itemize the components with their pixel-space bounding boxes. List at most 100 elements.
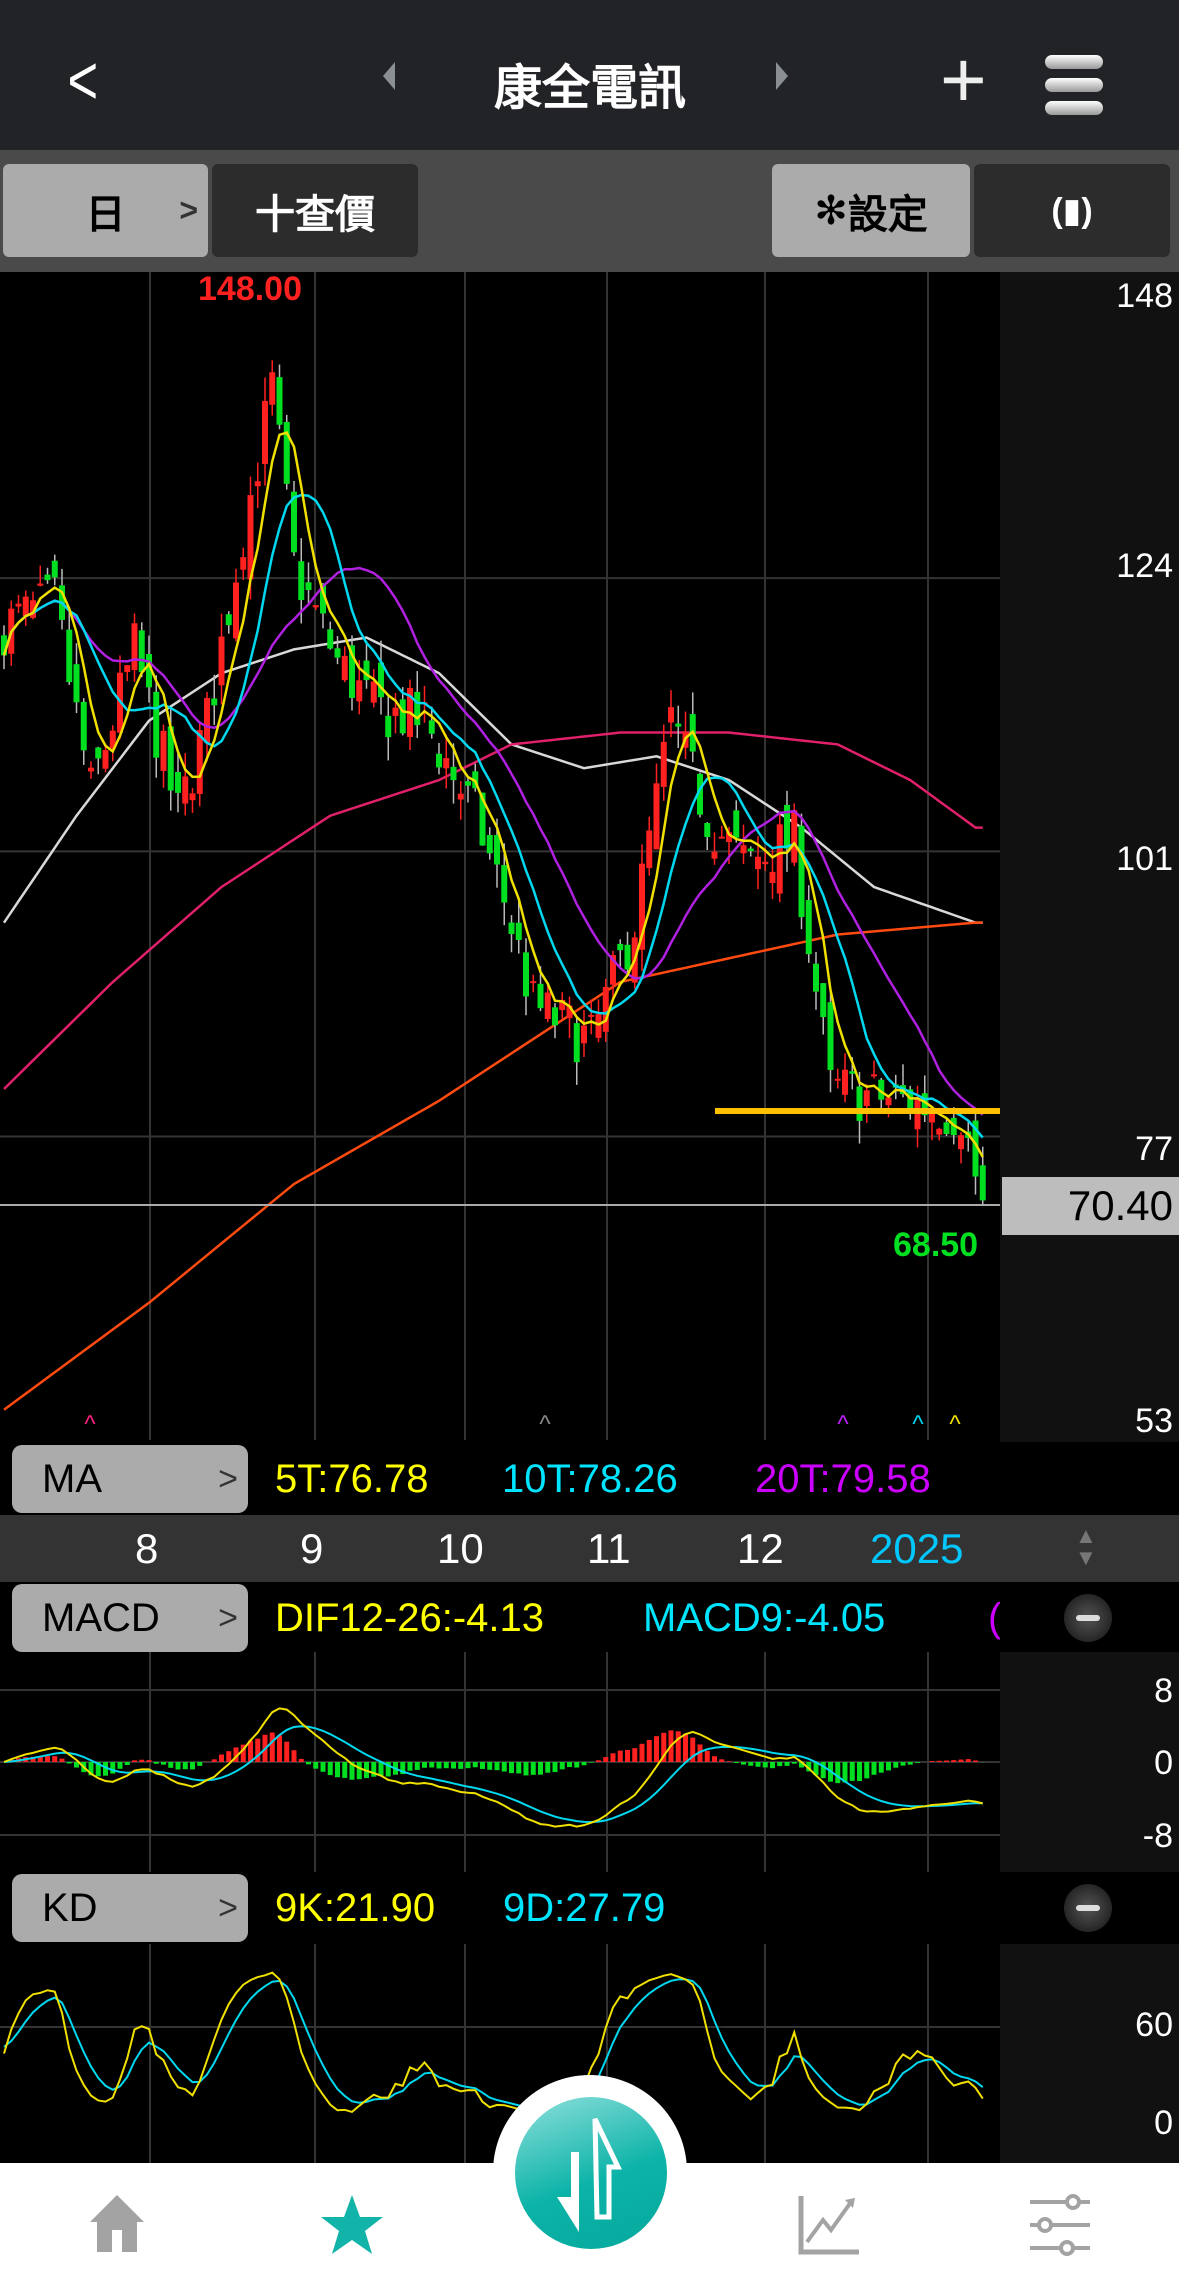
macd-osc-value: ( bbox=[988, 1596, 1000, 1640]
add-plus-icon[interactable]: + bbox=[940, 40, 987, 120]
candle bbox=[95, 747, 102, 759]
candle bbox=[428, 720, 435, 734]
candle bbox=[138, 630, 145, 672]
chart-trend-icon[interactable] bbox=[795, 2190, 865, 2260]
macd-osc-bar bbox=[124, 1762, 130, 1765]
candle bbox=[820, 983, 827, 1018]
macd-tick: 0 bbox=[1154, 1744, 1173, 1782]
candle bbox=[392, 707, 399, 716]
price-axis: 148 124 101 77 53 bbox=[1000, 272, 1179, 1442]
macd-osc-bar bbox=[625, 1749, 630, 1762]
candle bbox=[131, 623, 138, 671]
macd-osc-bar bbox=[45, 1756, 50, 1762]
macd-osc-bar bbox=[538, 1762, 543, 1775]
back-chevron-left-icon[interactable]: < bbox=[68, 45, 113, 115]
candle bbox=[769, 871, 776, 883]
settings-button[interactable]: ✻ 設定 bbox=[772, 164, 970, 257]
macd-tick: 8 bbox=[1154, 1672, 1173, 1710]
macd-osc-bar bbox=[422, 1762, 427, 1768]
candlestick-svg: ^ ^ ^ ^ ^ bbox=[0, 272, 1068, 1440]
macd-osc-bar bbox=[552, 1762, 558, 1773]
candle bbox=[204, 697, 210, 743]
macd-osc-bar bbox=[132, 1760, 137, 1762]
ma10-value: 10T:78.26 bbox=[502, 1457, 678, 1501]
kd-selector-button[interactable]: KD > bbox=[12, 1874, 248, 1942]
high-price-label: 148.00 bbox=[198, 270, 302, 308]
macd-osc-bar bbox=[893, 1762, 899, 1768]
macd-osc-bar bbox=[52, 1756, 58, 1762]
macd-label: MACD bbox=[42, 1596, 160, 1640]
remove-macd-minus-icon[interactable] bbox=[1064, 1594, 1112, 1642]
candle bbox=[436, 753, 442, 768]
candle bbox=[646, 830, 653, 869]
candle bbox=[283, 421, 290, 484]
macd-osc-bar bbox=[617, 1750, 623, 1762]
candle bbox=[341, 655, 348, 681]
ma-selector-button[interactable]: MA > bbox=[12, 1445, 248, 1513]
candle bbox=[385, 715, 392, 738]
trade-arrows-icon[interactable] bbox=[515, 2097, 667, 2249]
period-selector-button[interactable]: 日 > bbox=[3, 164, 208, 257]
macd-osc-bar bbox=[755, 1762, 761, 1767]
candle bbox=[269, 372, 276, 405]
remove-kd-minus-icon[interactable] bbox=[1064, 1884, 1112, 1932]
home-icon[interactable] bbox=[82, 2190, 152, 2260]
kd-tick: 60 bbox=[1135, 2006, 1173, 2044]
macd-osc-bar bbox=[654, 1736, 659, 1762]
macd-osc-bar bbox=[516, 1762, 522, 1774]
kd-svg bbox=[0, 1944, 1000, 2164]
macd-osc-bar bbox=[356, 1762, 362, 1780]
macd-osc-bar bbox=[596, 1760, 601, 1762]
ma-cross-marker: ^ bbox=[949, 1411, 961, 1438]
previous-stock-icon[interactable] bbox=[383, 62, 395, 90]
candle bbox=[196, 730, 203, 794]
quote-button[interactable]: 十查價 bbox=[212, 164, 418, 257]
macd-osc-bar bbox=[588, 1762, 594, 1763]
candle bbox=[595, 1014, 602, 1038]
candle bbox=[153, 691, 160, 758]
candle bbox=[943, 1122, 950, 1135]
macd-osc-bar bbox=[791, 1762, 797, 1764]
rotate-button[interactable]: (▮) bbox=[974, 164, 1170, 257]
period-label: 日 bbox=[85, 192, 126, 237]
macd-tick: -8 bbox=[1142, 1817, 1173, 1855]
macd-osc-bar bbox=[878, 1762, 884, 1773]
resize-handle-icon[interactable]: ▲ ▼ bbox=[1075, 1525, 1097, 1569]
candle bbox=[399, 699, 406, 734]
candle bbox=[552, 1007, 558, 1026]
macd-selector-button[interactable]: MACD > bbox=[12, 1584, 248, 1652]
ma-cross-marker: ^ bbox=[912, 1411, 924, 1438]
candle bbox=[334, 648, 341, 658]
date-tick: 11 bbox=[587, 1525, 631, 1572]
macd-osc-bar bbox=[110, 1762, 116, 1774]
macd-osc-bar bbox=[777, 1762, 783, 1767]
macd-osc-bar bbox=[973, 1760, 978, 1762]
top-bar: < 康全電訊 + bbox=[0, 0, 1179, 150]
macd-osc-bar bbox=[762, 1762, 768, 1768]
next-stock-icon[interactable] bbox=[776, 62, 788, 90]
macd-osc-bar bbox=[284, 1741, 290, 1762]
settings-sliders-icon[interactable] bbox=[1025, 2190, 1095, 2260]
macd-osc-bar bbox=[581, 1762, 587, 1766]
candle bbox=[66, 629, 73, 683]
candle bbox=[573, 1023, 580, 1063]
macd-osc-bar bbox=[291, 1750, 297, 1762]
price-chart[interactable]: ^ ^ ^ ^ ^ bbox=[0, 272, 1068, 1440]
candle bbox=[443, 758, 450, 769]
menu-hamburger-icon[interactable] bbox=[1045, 55, 1103, 124]
low-price-label: 68.50 bbox=[893, 1226, 979, 1264]
macd-osc-bar bbox=[567, 1762, 572, 1768]
candle bbox=[102, 750, 109, 769]
favorites-star-icon[interactable] bbox=[317, 2190, 387, 2260]
date-tick: 12 bbox=[737, 1525, 784, 1572]
candle bbox=[624, 944, 631, 970]
candle bbox=[501, 865, 508, 903]
candle bbox=[22, 596, 29, 616]
macd-osc-bar bbox=[175, 1762, 181, 1770]
macd-osc-bar bbox=[741, 1762, 746, 1765]
macd-osc-bar bbox=[451, 1762, 456, 1769]
macd-osc-bar bbox=[414, 1762, 420, 1770]
macd-osc-bar bbox=[958, 1759, 964, 1762]
candle bbox=[240, 557, 247, 570]
candle bbox=[51, 560, 58, 578]
